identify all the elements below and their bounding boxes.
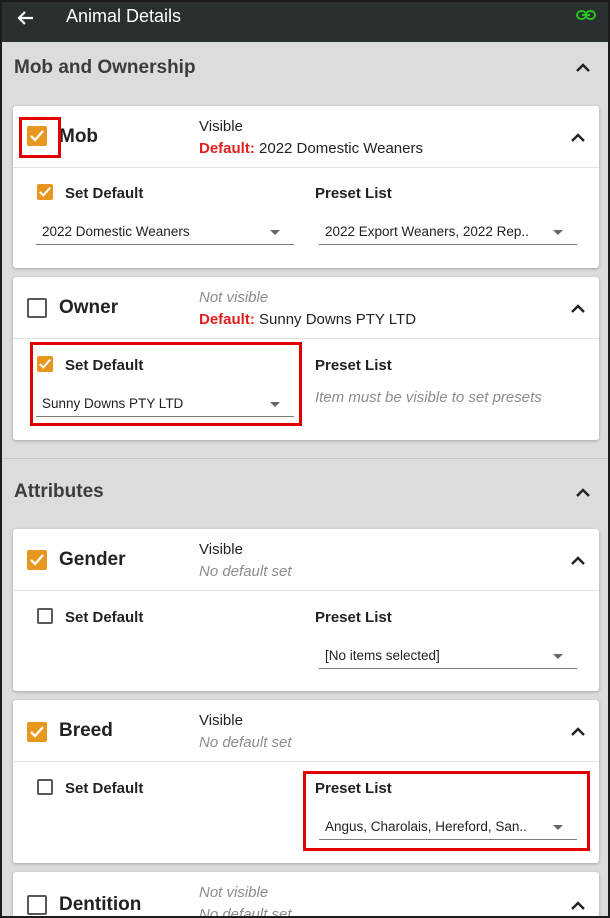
divider [13,338,599,339]
preset-list-dropdown[interactable]: Angus, Charolais, Hereford, San.. [319,815,577,840]
default-value: 2022 Domestic Weaners [259,140,423,157]
field-name: Breed [59,720,113,741]
divider [13,590,599,591]
set-default-checkbox[interactable] [37,184,53,200]
set-default-checkbox[interactable] [37,356,53,372]
field-card-mob: Mob Visible Default: 2022 Domestic Weane… [13,106,599,268]
visibility-checkbox-gender[interactable] [27,550,47,570]
chevron-up-icon[interactable] [571,898,585,916]
default-status: No default set [199,563,292,580]
visibility-checkbox-owner[interactable] [27,298,47,318]
visibility-checkbox-dentition[interactable] [27,895,47,915]
default-value: Sunny Downs PTY LTD [259,311,417,328]
section-title: Attributes [14,481,104,502]
dropdown-value: 2022 Domestic Weaners [42,224,190,239]
field-name: Gender [59,549,126,570]
preset-list-dropdown[interactable]: 2022 Export Weaners, 2022 Rep.. [319,220,577,245]
divider [13,761,599,762]
preset-list-label: Preset List [315,357,392,374]
app-bar: Animal Details [2,2,608,42]
preset-hint: Item must be visible to set presets [315,389,542,406]
preset-list-label: Preset List [315,185,392,202]
default-line: Default: Sunny Downs PTY LTD [199,311,416,328]
chevron-up-icon[interactable] [571,130,585,148]
dropdown-value: [No items selected] [325,648,440,663]
field-card-owner: Owner Not visible Default: Sunny Downs P… [13,277,599,440]
set-default-label: Set Default [65,357,144,374]
preset-list-label: Preset List [315,609,392,626]
set-default-label: Set Default [65,609,144,626]
dropdown-value: 2022 Export Weaners, 2022 Rep.. [325,224,529,239]
set-default-label: Set Default [65,185,144,202]
dropdown-value: Angus, Charolais, Hereford, San.. [325,819,527,834]
set-default-label: Set Default [65,780,144,797]
field-name: Dentition [59,894,142,915]
field-card-breed: Breed Visible No default set Set Default… [13,700,599,863]
preset-list-label: Preset List [315,780,392,797]
chevron-up-icon[interactable] [576,60,590,78]
section-header-mob-ownership[interactable]: Mob and Ownership [2,42,608,94]
visibility-checkbox-mob[interactable] [27,126,47,146]
set-default-checkbox[interactable] [37,608,53,624]
default-value-dropdown[interactable]: Sunny Downs PTY LTD [36,392,294,417]
field-card-dentition: Dentition Not visible No default set [13,872,599,918]
section-header-attributes[interactable]: Attributes [2,458,608,511]
preset-list-dropdown[interactable]: [No items selected] [319,644,577,669]
section-title: Mob and Ownership [14,57,196,78]
dropdown-arrow-icon [553,654,563,659]
set-default-checkbox[interactable] [37,779,53,795]
visibility-status: Visible [199,541,243,558]
link-icon[interactable] [576,8,596,27]
visibility-status: Visible [199,118,243,135]
page-title: Animal Details [66,6,182,26]
dropdown-value: Sunny Downs PTY LTD [42,396,184,411]
dropdown-arrow-icon [270,402,280,407]
default-label: Default: [199,140,255,157]
chevron-up-icon[interactable] [571,724,585,742]
dropdown-arrow-icon [553,825,563,830]
field-name: Mob [59,126,99,147]
default-label: Default: [199,311,255,328]
visibility-checkbox-breed[interactable] [27,722,47,742]
visibility-status: Not visible [199,289,269,306]
default-status: No default set [199,906,292,918]
visibility-status: Visible [199,712,243,729]
divider [13,167,599,168]
dropdown-arrow-icon [270,230,280,235]
default-value-dropdown[interactable]: 2022 Domestic Weaners [36,220,294,245]
field-card-gender: Gender Visible No default set Set Defaul… [13,529,599,691]
chevron-up-icon[interactable] [571,301,585,319]
chevron-up-icon[interactable] [576,485,590,503]
default-line: Default: 2022 Domestic Weaners [199,140,423,157]
chevron-up-icon[interactable] [571,553,585,571]
back-arrow-icon[interactable] [16,8,36,31]
field-name: Owner [59,297,119,318]
visibility-status: Not visible [199,884,269,901]
default-status: No default set [199,734,292,751]
dropdown-arrow-icon [553,230,563,235]
app-frame: Animal Details Mob and Ownership Mob Vis… [0,0,610,918]
